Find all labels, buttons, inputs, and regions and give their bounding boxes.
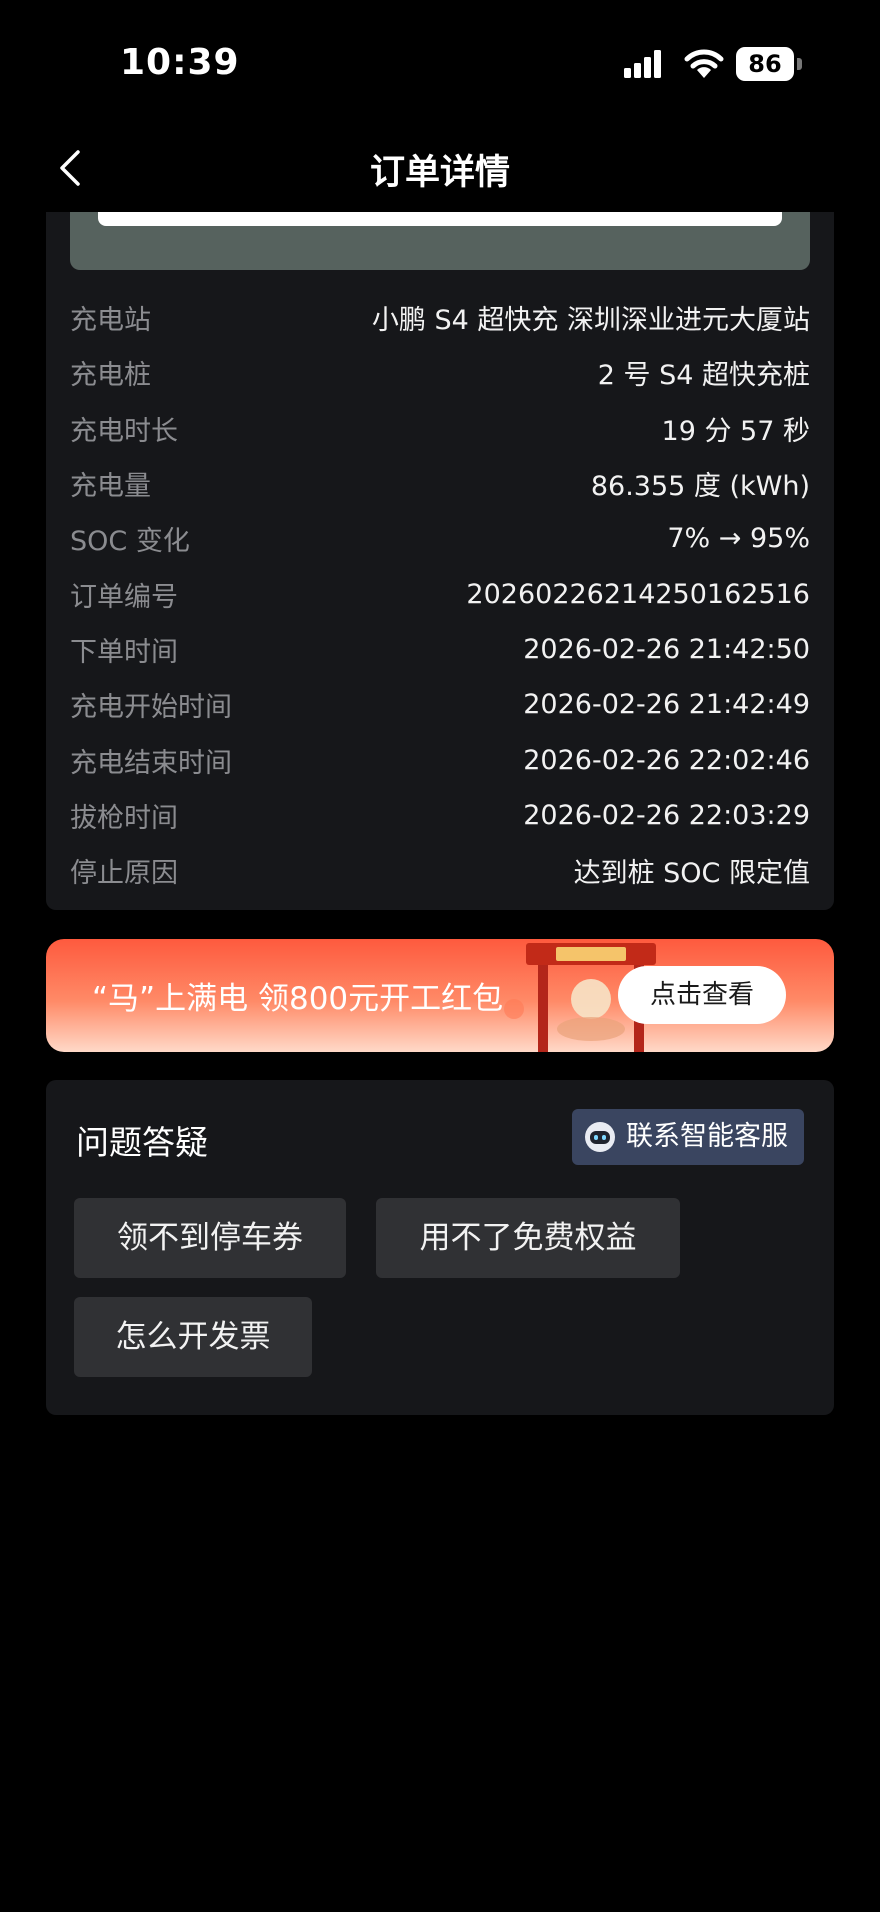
promo-view-button[interactable]: 点击查看	[618, 966, 786, 1024]
faq-chip-parking-coupon[interactable]: 领不到停车券	[74, 1198, 346, 1278]
detail-list: 充电站 小鹏 S4 超快充 深圳深业进元大厦站 充电桩 2 号 S4 超快充桩 …	[70, 290, 810, 898]
faq-chip-free-benefits[interactable]: 用不了免费权益	[376, 1198, 680, 1278]
detail-row-order-time: 下单时间 2026-02-26 21:42:50	[70, 622, 810, 677]
detail-label: SOC 变化	[70, 526, 190, 558]
detail-value: 20260226214250162516	[466, 578, 810, 610]
detail-label: 下单时间	[70, 636, 178, 668]
detail-row-stop-reason: 停止原因 达到桩 SOC 限定值	[70, 843, 810, 898]
faq-chip-invoice[interactable]: 怎么开发票	[74, 1297, 312, 1377]
detail-label: 充电站	[70, 305, 151, 337]
detail-row-order-number: 订单编号 20260226214250162516	[70, 566, 810, 621]
detail-value: 2026-02-26 21:42:50	[523, 633, 810, 665]
battery-icon: 86	[736, 47, 802, 81]
detail-value: 2026-02-26 22:03:29	[523, 799, 810, 831]
cellular-signal-icon	[624, 50, 661, 78]
detail-row-energy: 充电量 86.355 度 (kWh)	[70, 456, 810, 511]
detail-row-pile: 充电桩 2 号 S4 超快充桩	[70, 345, 810, 400]
detail-value: 小鹏 S4 超快充 深圳深业进元大厦站	[371, 305, 810, 337]
detail-label: 充电量	[70, 471, 151, 503]
faq-title: 问题答疑	[76, 1123, 208, 1162]
detail-row-unplug-time: 拔枪时间 2026-02-26 22:03:29	[70, 788, 810, 843]
detail-label: 停止原因	[70, 858, 178, 890]
detail-value: 2 号 S4 超快充桩	[597, 360, 810, 392]
contact-support-label: 联系智能客服	[626, 1121, 788, 1152]
contact-support-button[interactable]: 联系智能客服	[572, 1109, 804, 1165]
robot-icon	[585, 1122, 615, 1152]
detail-label: 充电开始时间	[70, 692, 232, 724]
wifi-icon	[684, 49, 724, 78]
detail-label: 充电桩	[70, 360, 151, 392]
detail-row-station: 充电站 小鹏 S4 超快充 深圳深业进元大厦站	[70, 290, 810, 345]
detail-label: 充电结束时间	[70, 747, 232, 779]
detail-row-soc: SOC 变化 7% → 95%	[70, 511, 810, 566]
page-title: 订单详情	[369, 153, 510, 193]
detail-value: 达到桩 SOC 限定值	[573, 858, 810, 890]
detail-label: 拔枪时间	[70, 802, 178, 834]
detail-value: 86.355 度 (kWh)	[590, 471, 810, 503]
detail-row-start-time: 充电开始时间 2026-02-26 21:42:49	[70, 677, 810, 732]
promo-text: “马”上满电 领800元开工红包	[92, 981, 504, 1017]
promo-banner[interactable]: “马”上满电 领800元开工红包 点击查看	[46, 939, 834, 1052]
status-time: 10:39	[120, 42, 240, 83]
nav-bar: 订单详情	[0, 120, 880, 212]
detail-row-end-time: 充电结束时间 2026-02-26 22:02:46	[70, 732, 810, 787]
detail-label: 订单编号	[70, 581, 178, 613]
faq-card: 问题答疑 联系智能客服 领不到停车券 用不了免费权益 怎么开发票	[46, 1080, 834, 1415]
detail-value: 2026-02-26 22:02:46	[523, 744, 810, 776]
battery-level: 86	[736, 47, 794, 81]
status-bar: 10:39 86	[0, 0, 880, 120]
detail-label: 充电时长	[70, 415, 178, 447]
detail-value: 2026-02-26 21:42:49	[523, 689, 810, 721]
detail-row-duration: 充电时长 19 分 57 秒	[70, 401, 810, 456]
order-details-card: 查看充电报告 充电站 小鹏 S4 超快充 深圳深业进元大厦站 充电桩 2 号 S…	[46, 180, 834, 910]
battery-tip	[797, 58, 802, 70]
detail-value: 7% → 95%	[667, 523, 810, 555]
detail-value: 19 分 57 秒	[661, 415, 810, 447]
